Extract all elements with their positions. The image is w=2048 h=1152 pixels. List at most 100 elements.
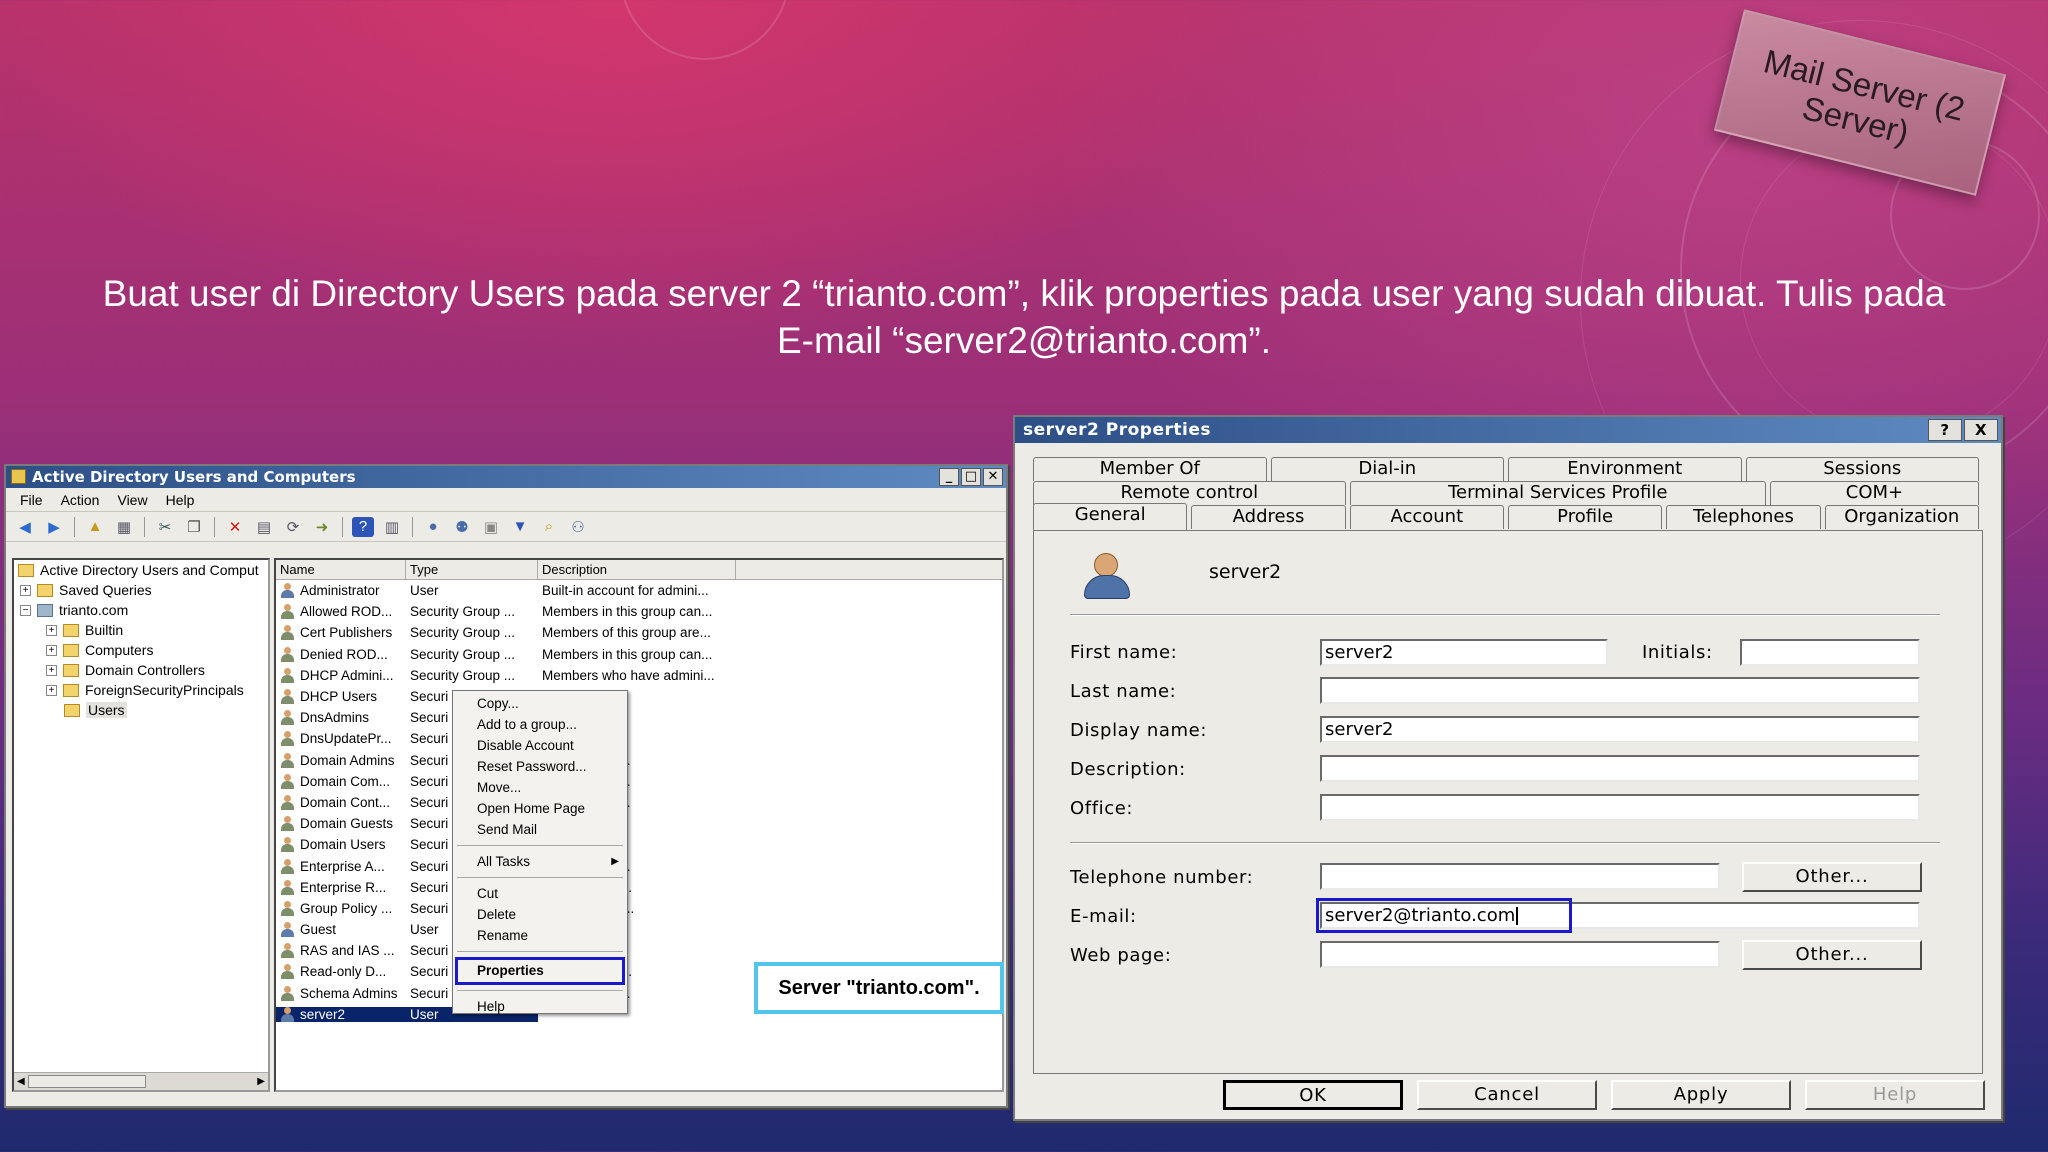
- table-row[interactable]: Enterprise A...Securidministrators...: [276, 855, 1002, 876]
- table-row[interactable]: Domain Com...Securins and serve...: [276, 771, 1002, 792]
- tab-dial-in[interactable]: Dial-in: [1270, 457, 1504, 481]
- menu-item-move[interactable]: Move...: [453, 777, 627, 798]
- new-ou-icon[interactable]: ▣: [480, 517, 502, 537]
- tree-horizontal-scrollbar[interactable]: ◀ ▶: [14, 1072, 268, 1090]
- menu-item-all-tasks[interactable]: All Tasks ▶: [453, 851, 627, 872]
- first-name-field[interactable]: server2: [1320, 639, 1608, 666]
- maximize-button[interactable]: □: [961, 468, 981, 486]
- tree-item-foreign-security-principals[interactable]: + ForeignSecurityPrincipals: [14, 680, 268, 700]
- copy-icon[interactable]: ❐: [183, 517, 205, 537]
- new-group-icon[interactable]: ⚉: [451, 517, 473, 537]
- table-row[interactable]: Administrator User Built-in account for ad…: [276, 580, 1002, 601]
- context-help-button[interactable]: ?: [1928, 419, 1962, 441]
- menu-action[interactable]: Action: [55, 492, 112, 508]
- refresh-icon[interactable]: ⟳: [282, 517, 304, 537]
- office-field[interactable]: [1320, 794, 1920, 821]
- menu-item-open-home-page[interactable]: Open Home Page: [453, 798, 627, 819]
- tab-environment[interactable]: Environment: [1508, 457, 1742, 481]
- tab-account[interactable]: Account: [1349, 505, 1504, 529]
- scrollbar-thumb[interactable]: [28, 1075, 146, 1088]
- table-row[interactable]: DnsAdminsSecurirators Group: [276, 707, 1002, 728]
- menu-item-rename[interactable]: Rename: [453, 925, 627, 946]
- expand-icon[interactable]: +: [20, 584, 31, 596]
- tab-organization[interactable]: Organization: [1824, 505, 1979, 529]
- table-row[interactable]: Denied ROD... Security Group ... Members i…: [276, 644, 1002, 665]
- menu-item-send-mail[interactable]: Send Mail: [453, 819, 627, 840]
- web-page-field[interactable]: [1320, 941, 1720, 968]
- close-button[interactable]: ✕: [983, 468, 1003, 486]
- menu-item-reset-password[interactable]: Reset Password...: [453, 756, 627, 777]
- properties-icon[interactable]: ▤: [253, 517, 275, 537]
- show-tree-icon[interactable]: ▦: [113, 517, 135, 537]
- menu-item-disable-account[interactable]: Disable Account: [453, 735, 627, 756]
- expand-icon[interactable]: +: [46, 624, 57, 636]
- dialog-close-button[interactable]: X: [1964, 419, 1998, 441]
- apply-button[interactable]: Apply: [1611, 1080, 1791, 1110]
- menu-item-add-to-group[interactable]: Add to a group...: [453, 714, 627, 735]
- menu-file[interactable]: File: [14, 492, 55, 508]
- add-to-group-icon[interactable]: ⚇: [567, 517, 589, 537]
- table-row[interactable]: Cert Publishers Security Group ... Members…: [276, 622, 1002, 643]
- tab-sessions[interactable]: Sessions: [1745, 457, 1979, 481]
- table-row[interactable]: DHCP UsersSecurihave view-...: [276, 686, 1002, 707]
- web-page-other-button[interactable]: Other...: [1742, 940, 1922, 970]
- tree-item-saved-queries[interactable]: + Saved Queries: [14, 580, 268, 600]
- description-field[interactable]: [1320, 755, 1920, 782]
- display-name-field[interactable]: server2: [1320, 716, 1920, 743]
- expand-icon[interactable]: +: [46, 664, 57, 676]
- tab-telephones[interactable]: Telephones: [1666, 505, 1821, 529]
- table-row[interactable]: Domain Cont...Securintrollers in th...: [276, 792, 1002, 813]
- expand-icon[interactable]: +: [46, 644, 57, 656]
- ok-button[interactable]: OK: [1223, 1080, 1403, 1110]
- menu-help[interactable]: Help: [160, 492, 207, 508]
- telephone-field[interactable]: [1320, 863, 1720, 890]
- cancel-button[interactable]: Cancel: [1417, 1080, 1597, 1110]
- new-user-icon[interactable]: ●: [422, 517, 444, 537]
- cut-icon[interactable]: ✂: [154, 517, 176, 537]
- tree-item-builtin[interactable]: + Builtin: [14, 620, 268, 640]
- column-header-description[interactable]: Description: [538, 560, 736, 579]
- delete-icon[interactable]: ✕: [224, 517, 246, 537]
- find-icon[interactable]: ⌕: [538, 517, 560, 537]
- menu-item-copy[interactable]: Copy...: [453, 693, 627, 714]
- last-name-field[interactable]: [1320, 677, 1920, 704]
- table-row[interactable]: DHCP Admini... Security Group ... Members …: [276, 665, 1002, 686]
- tab-remote-control[interactable]: Remote control: [1033, 481, 1346, 505]
- forward-arrow-icon[interactable]: ▶: [43, 517, 65, 537]
- help-icon[interactable]: ?: [352, 516, 374, 537]
- table-row[interactable]: Domain GuestsSecuriests: [276, 813, 1002, 834]
- tab-address[interactable]: Address: [1191, 505, 1346, 529]
- scroll-right-icon[interactable]: ▶: [257, 1076, 265, 1087]
- minimize-button[interactable]: _: [939, 468, 959, 486]
- up-folder-icon[interactable]: ▲: [84, 517, 106, 537]
- menu-item-delete[interactable]: Delete: [453, 904, 627, 925]
- tab-profile[interactable]: Profile: [1507, 505, 1663, 529]
- back-arrow-icon[interactable]: ◀: [14, 517, 36, 537]
- help-button[interactable]: Help: [1805, 1080, 1985, 1110]
- filter-icon[interactable]: ▼: [509, 517, 531, 537]
- table-row[interactable]: Domain UsersSecurirs: [276, 834, 1002, 855]
- tab-terminal-services-profile[interactable]: Terminal Services Profile: [1349, 481, 1766, 505]
- view-icon[interactable]: ▥: [381, 517, 403, 537]
- menu-item-help[interactable]: Help: [453, 996, 627, 1017]
- export-list-icon[interactable]: ➜: [311, 517, 333, 537]
- scroll-left-icon[interactable]: ◀: [17, 1076, 25, 1087]
- tab-general[interactable]: General: [1033, 503, 1188, 531]
- collapse-icon[interactable]: −: [20, 604, 31, 616]
- table-row[interactable]: Group Policy ...Securihis group can...: [276, 898, 1002, 919]
- tab-com-plus[interactable]: COM+: [1769, 481, 1979, 505]
- table-row[interactable]: Allowed ROD... Security Group ... Members …: [276, 601, 1002, 622]
- properties-titlebar[interactable]: server2 Properties ? X: [1015, 417, 2001, 443]
- table-row[interactable]: RAS and IAS ...Securis group can ...: [276, 940, 1002, 961]
- table-row[interactable]: Enterprise R...Securihis group are...: [276, 877, 1002, 898]
- table-row[interactable]: Domain AdminsSecuridministrators...: [276, 750, 1002, 771]
- tree-item-domain[interactable]: − trianto.com: [14, 600, 268, 620]
- table-row[interactable]: DnsUpdatePr...Securiho are permi...: [276, 728, 1002, 749]
- tree-root[interactable]: Active Directory Users and Comput: [14, 560, 268, 580]
- table-row[interactable]: GuestUsernt for guest ...: [276, 919, 1002, 940]
- telephone-other-button[interactable]: Other...: [1742, 862, 1922, 892]
- tree-item-domain-controllers[interactable]: + Domain Controllers: [14, 660, 268, 680]
- menu-item-cut[interactable]: Cut: [453, 883, 627, 904]
- tab-member-of[interactable]: Member Of: [1033, 457, 1267, 481]
- initials-field[interactable]: [1740, 639, 1920, 666]
